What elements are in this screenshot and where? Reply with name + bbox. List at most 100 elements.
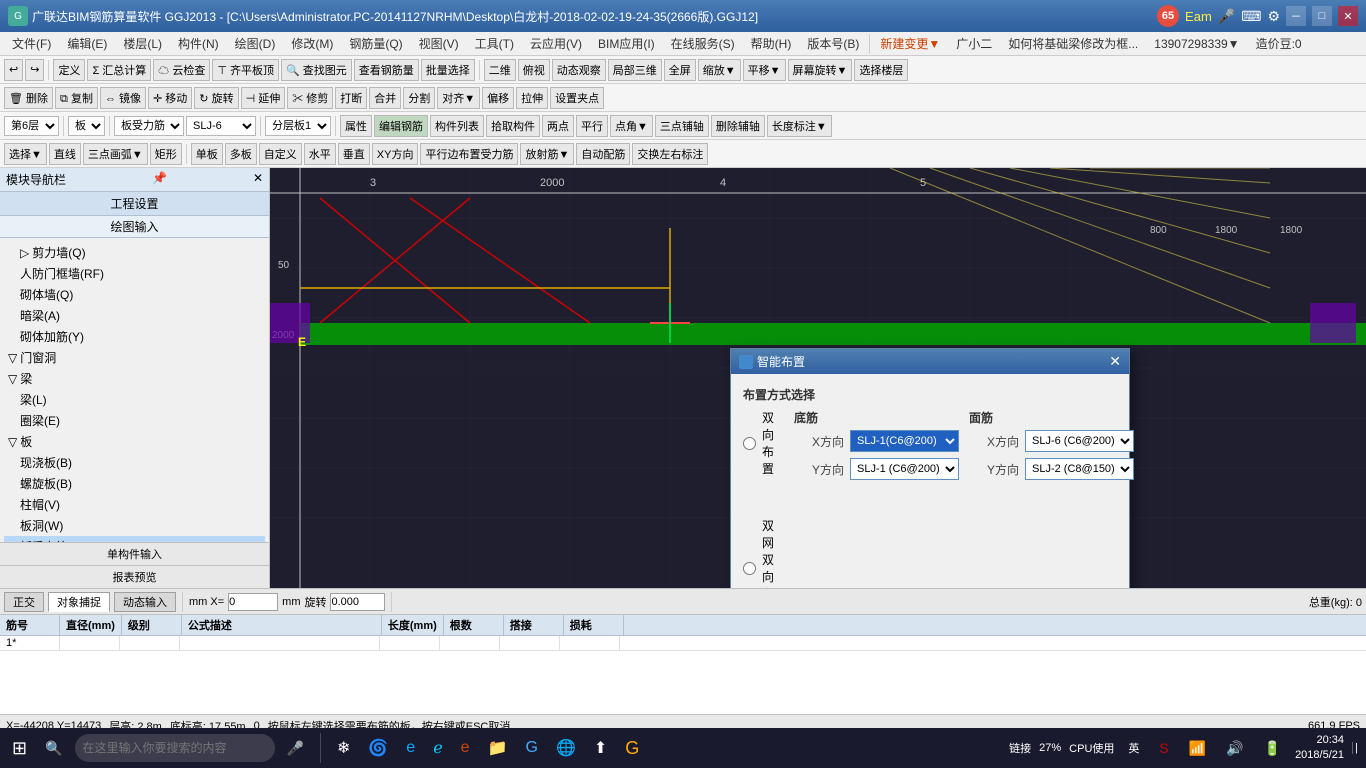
xy-dir-button[interactable]: XY方向 bbox=[372, 143, 419, 165]
move-button[interactable]: ✛ 移动 bbox=[148, 87, 192, 109]
cloud-check-button[interactable]: ☁ 云检查 bbox=[153, 59, 210, 81]
tab-dynamic-input[interactable]: 动态输入 bbox=[114, 592, 176, 612]
menu-help[interactable]: 帮助(H) bbox=[743, 33, 800, 54]
maximize-button[interactable]: □ bbox=[1312, 6, 1332, 26]
taskbar-app-edge[interactable]: ℯ bbox=[427, 736, 448, 760]
rotate-button[interactable]: 屏幕旋转▼ bbox=[788, 59, 853, 81]
menu-bim[interactable]: BIM应用(I) bbox=[590, 33, 663, 54]
taskbar-clock[interactable]: 20:34 2018/5/21 bbox=[1295, 733, 1344, 764]
taskbar-app-1[interactable]: ❄ bbox=[331, 736, 356, 760]
mm-x-input[interactable] bbox=[228, 593, 278, 611]
select-button[interactable]: 选择▼ bbox=[4, 143, 47, 165]
rotate-input[interactable] bbox=[330, 593, 385, 611]
delete-aux-button[interactable]: 删除辅轴 bbox=[711, 115, 765, 137]
menu-cloud[interactable]: 云应用(V) bbox=[522, 33, 590, 54]
dialog-close-button[interactable]: ✕ bbox=[1109, 353, 1121, 370]
menu-tip[interactable]: 如何将基础梁修改为框... bbox=[1000, 33, 1146, 54]
menu-version[interactable]: 版本号(B) bbox=[799, 33, 867, 54]
copy-button[interactable]: ⧉ 复制 bbox=[55, 87, 98, 109]
taskbar-search-input[interactable] bbox=[75, 734, 275, 762]
sidebar-item-antiwall[interactable]: 人防门框墙(RF) bbox=[4, 263, 265, 284]
redo-button[interactable]: ↪ bbox=[25, 59, 44, 81]
taskbar-volume-icon[interactable]: 🔊 bbox=[1220, 738, 1249, 759]
undo-button[interactable]: ↩ bbox=[4, 59, 23, 81]
define-button[interactable]: 定义 bbox=[53, 59, 85, 81]
sum-button[interactable]: Σ 汇总计算 bbox=[87, 59, 151, 81]
sidebar-item-ring-beam[interactable]: 圈梁(E) bbox=[4, 410, 265, 431]
sidebar-item-masonry-rebar[interactable]: 砌体加筋(Y) bbox=[4, 326, 265, 347]
bottom-y-select[interactable]: SLJ-1 (C6@200) bbox=[850, 458, 959, 480]
sidebar-item-spiral-slab[interactable]: 螺旋板(B) bbox=[4, 473, 265, 494]
sidebar-item-cast-slab[interactable]: 现浇板(B) bbox=[4, 452, 265, 473]
merge-button[interactable]: 合并 bbox=[369, 87, 401, 109]
sidebar-item-col-cap[interactable]: 柱帽(V) bbox=[4, 494, 265, 515]
minimize-button[interactable]: － bbox=[1286, 6, 1306, 26]
horizontal-button[interactable]: 水平 bbox=[304, 143, 336, 165]
sidebar-item-anbeam[interactable]: 暗梁(A) bbox=[4, 305, 265, 326]
menu-guangxiao[interactable]: 广小二 bbox=[948, 33, 1000, 54]
pan-button[interactable]: 平移▼ bbox=[743, 59, 786, 81]
taskbar-app-5[interactable]: G bbox=[619, 736, 645, 761]
taskbar-network-icon[interactable]: 📶 bbox=[1183, 738, 1212, 759]
canvas-area[interactable]: 3 2000 4 5 50 2000 bbox=[270, 168, 1366, 588]
menu-file[interactable]: 文件(F) bbox=[4, 33, 59, 54]
mic-icon[interactable]: 🎤 bbox=[1218, 8, 1235, 25]
orbit-button[interactable]: 动态观察 bbox=[552, 59, 606, 81]
edit-rebar-button[interactable]: 编辑钢筋 bbox=[374, 115, 428, 137]
start-button[interactable]: ⊞ bbox=[6, 736, 33, 761]
cortana-mic-button[interactable]: 🎤 bbox=[281, 738, 310, 759]
menu-component[interactable]: 构件(N) bbox=[170, 33, 227, 54]
menu-coins[interactable]: 造价豆:0 bbox=[1248, 33, 1310, 54]
sidebar-item-masonry[interactable]: 砌体墙(Q) bbox=[4, 284, 265, 305]
three-point-axis-button[interactable]: 三点铺轴 bbox=[655, 115, 709, 137]
fullscreen-button[interactable]: 全屏 bbox=[664, 59, 696, 81]
sidebar-item-slab-hole[interactable]: 板洞(W) bbox=[4, 515, 265, 536]
tab-object-snap[interactable]: 对象捕捉 bbox=[48, 592, 110, 612]
sidebar-drawing-title[interactable]: 绘图输入 bbox=[0, 216, 269, 238]
taskbar-app-ie[interactable]: e bbox=[400, 737, 421, 759]
menu-service[interactable]: 在线服务(S) bbox=[663, 33, 743, 54]
settings-icon[interactable]: ⚙ bbox=[1267, 8, 1280, 25]
line-button[interactable]: 直线 bbox=[49, 143, 81, 165]
menu-draw[interactable]: 绘图(D) bbox=[227, 33, 284, 54]
sidebar-item-opening[interactable]: ▽ 门窗洞 bbox=[4, 347, 265, 368]
batch-select-button[interactable]: 批量选择 bbox=[421, 59, 475, 81]
menu-view[interactable]: 视图(V) bbox=[411, 33, 467, 54]
partial-3d-button[interactable]: 局部三维 bbox=[608, 59, 662, 81]
taskbar-app-2[interactable]: 🌀 bbox=[362, 736, 394, 760]
rotate-elem-button[interactable]: ↻ 旋转 bbox=[194, 87, 238, 109]
sidebar-item-slab[interactable]: ▽ 板 bbox=[4, 431, 265, 452]
property-button[interactable]: 属性 bbox=[340, 115, 372, 137]
component-type-select[interactable]: 板 bbox=[68, 116, 105, 136]
multi-board-button[interactable]: 多板 bbox=[225, 143, 257, 165]
menu-modify[interactable]: 修改(M) bbox=[283, 33, 341, 54]
zoom-button[interactable]: 缩放▼ bbox=[698, 59, 741, 81]
taskbar-app-3[interactable]: 🌐 bbox=[550, 736, 582, 760]
tab-orthogonal[interactable]: 正交 bbox=[4, 592, 44, 612]
rect-button[interactable]: 矩形 bbox=[150, 143, 182, 165]
trim-button[interactable]: ✂ 修剪 bbox=[287, 87, 333, 109]
swap-label-button[interactable]: 交换左右标注 bbox=[632, 143, 708, 165]
menu-tools[interactable]: 工具(T) bbox=[467, 33, 522, 54]
sidebar-item-shearwall[interactable]: ▷ 剪力墙(Q) bbox=[4, 242, 265, 263]
align-button[interactable]: 对齐▼ bbox=[437, 87, 480, 109]
split-button[interactable]: 分割 bbox=[403, 87, 435, 109]
sidebar-pin-icon[interactable]: 📌 bbox=[152, 171, 167, 188]
layer-select[interactable]: 第6层 bbox=[4, 116, 59, 136]
menu-edit[interactable]: 编辑(E) bbox=[59, 33, 115, 54]
point-angle-button[interactable]: 点角▼ bbox=[610, 115, 653, 137]
sidebar-project-title[interactable]: 工程设置 bbox=[0, 192, 269, 216]
taskbar-app-folder[interactable]: 📁 bbox=[482, 736, 514, 760]
view-rebar-button[interactable]: 查看钢筋量 bbox=[354, 59, 419, 81]
delete-button[interactable]: 🗑 删除 bbox=[4, 87, 53, 109]
sidebar-component-input[interactable]: 单构件输入 bbox=[0, 542, 269, 565]
sidebar-close-icon[interactable]: ✕ bbox=[253, 171, 263, 188]
two-point-button[interactable]: 两点 bbox=[542, 115, 574, 137]
pick-component-button[interactable]: 拾取构件 bbox=[486, 115, 540, 137]
sidebar-item-beam-l[interactable]: 梁(L) bbox=[4, 389, 265, 410]
radial-button[interactable]: 放射筋▼ bbox=[520, 143, 574, 165]
grip-button[interactable]: 设置夹点 bbox=[550, 87, 604, 109]
single-board-button[interactable]: 单板 bbox=[191, 143, 223, 165]
break-button[interactable]: 打断 bbox=[335, 87, 367, 109]
stretch-button[interactable]: 拉伸 bbox=[516, 87, 548, 109]
